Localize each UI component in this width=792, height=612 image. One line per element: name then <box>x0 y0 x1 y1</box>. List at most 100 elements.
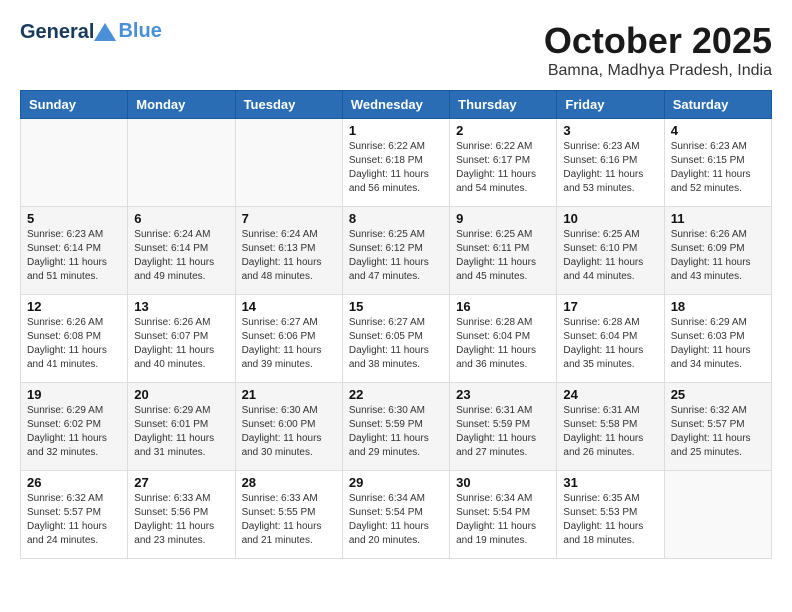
header: General Blue October 2025 Bamna, Madhya … <box>20 20 772 80</box>
calendar-cell: 16 Sunrise: 6:28 AM Sunset: 6:04 PM Dayli… <box>450 295 557 383</box>
calendar-cell: 20Sunrise: 6:29 AM Sunset: 6:01 PM Dayli… <box>128 383 235 471</box>
day-info: Sunrise: 6:28 AM Sunset: 6:04 PM Dayligh… <box>563 316 657 372</box>
day-info: Sunrise: 6:35 AM Sunset: 5:53 PM Dayligh… <box>563 492 657 548</box>
logo-blue: Blue <box>118 20 161 43</box>
weekday-header: Friday <box>557 91 664 119</box>
logo-general: General <box>20 21 94 43</box>
day-number: 21 <box>242 387 336 402</box>
calendar-week-row: 19 Sunrise: 6:29 AM Sunset: 6:02 PM Dayli… <box>21 383 772 471</box>
calendar-cell: 17 Sunrise: 6:28 AM Sunset: 6:04 PM Dayli… <box>557 295 664 383</box>
day-number: 1 <box>349 123 443 138</box>
day-number: 17 <box>563 299 657 314</box>
day-number: 9 <box>456 211 550 226</box>
calendar-header-row: SundayMondayTuesdayWednesdayThursdayFrid… <box>21 91 772 119</box>
calendar-cell <box>21 119 128 207</box>
day-info: Sunrise: 6:24 AM Sunset: 6:13 PM Dayligh… <box>242 228 336 284</box>
calendar-cell: 9 Sunrise: 6:25 AM Sunset: 6:11 PM Daylig… <box>450 207 557 295</box>
calendar-cell: 29 Sunrise: 6:34 AM Sunset: 5:54 PM Dayli… <box>342 471 449 559</box>
day-info: Sunrise: 6:22 AM Sunset: 6:18 PM Dayligh… <box>349 140 443 196</box>
day-info: Sunrise: 6:32 AM Sunset: 5:57 PM Dayligh… <box>27 492 121 548</box>
day-number: 23 <box>456 387 550 402</box>
calendar-week-row: 26 Sunrise: 6:32 AM Sunset: 5:57 PM Dayli… <box>21 471 772 559</box>
calendar-week-row: 1 Sunrise: 6:22 AM Sunset: 6:18 PM Daylig… <box>21 119 772 207</box>
day-info: Sunrise: 6:26 AM Sunset: 6:08 PM Dayligh… <box>27 316 121 372</box>
day-info: Sunrise: 6:27 AM Sunset: 6:06 PM Dayligh… <box>242 316 336 372</box>
logo: General Blue <box>20 20 162 43</box>
weekday-header: Wednesday <box>342 91 449 119</box>
day-number: 26 <box>27 475 121 490</box>
day-number: 4 <box>671 123 765 138</box>
day-info: Sunrise: 6:32 AM Sunset: 5:57 PM Dayligh… <box>671 404 765 460</box>
calendar-cell: 1 Sunrise: 6:22 AM Sunset: 6:18 PM Daylig… <box>342 119 449 207</box>
calendar-cell: 15Sunrise: 6:27 AM Sunset: 6:05 PM Dayli… <box>342 295 449 383</box>
day-info: Sunrise: 6:23 AM Sunset: 6:16 PM Dayligh… <box>563 140 657 196</box>
day-info: Sunrise: 6:24 AM Sunset: 6:14 PM Dayligh… <box>134 228 228 284</box>
day-info: Sunrise: 6:26 AM Sunset: 6:09 PM Dayligh… <box>671 228 765 284</box>
day-number: 10 <box>563 211 657 226</box>
day-number: 3 <box>563 123 657 138</box>
day-info: Sunrise: 6:26 AM Sunset: 6:07 PM Dayligh… <box>134 316 228 372</box>
day-info: Sunrise: 6:31 AM Sunset: 5:59 PM Dayligh… <box>456 404 550 460</box>
day-info: Sunrise: 6:30 AM Sunset: 5:59 PM Dayligh… <box>349 404 443 460</box>
calendar-cell: 5Sunrise: 6:23 AM Sunset: 6:14 PM Daylig… <box>21 207 128 295</box>
calendar-cell: 25 Sunrise: 6:32 AM Sunset: 5:57 PM Dayli… <box>664 383 771 471</box>
day-info: Sunrise: 6:34 AM Sunset: 5:54 PM Dayligh… <box>456 492 550 548</box>
day-info: Sunrise: 6:33 AM Sunset: 5:55 PM Dayligh… <box>242 492 336 548</box>
day-number: 29 <box>349 475 443 490</box>
weekday-header: Saturday <box>664 91 771 119</box>
day-info: Sunrise: 6:25 AM Sunset: 6:11 PM Dayligh… <box>456 228 550 284</box>
calendar-cell: 30 Sunrise: 6:34 AM Sunset: 5:54 PM Dayli… <box>450 471 557 559</box>
day-info: Sunrise: 6:28 AM Sunset: 6:04 PM Dayligh… <box>456 316 550 372</box>
day-info: Sunrise: 6:23 AM Sunset: 6:15 PM Dayligh… <box>671 140 765 196</box>
day-number: 19 <box>27 387 121 402</box>
calendar-cell: 3 Sunrise: 6:23 AM Sunset: 6:16 PM Daylig… <box>557 119 664 207</box>
calendar-cell: 2Sunrise: 6:22 AM Sunset: 6:17 PM Daylig… <box>450 119 557 207</box>
day-number: 22 <box>349 387 443 402</box>
day-info: Sunrise: 6:27 AM Sunset: 6:05 PM Dayligh… <box>349 316 443 372</box>
calendar-cell: 21Sunrise: 6:30 AM Sunset: 6:00 PM Dayli… <box>235 383 342 471</box>
day-number: 30 <box>456 475 550 490</box>
calendar-cell: 13 Sunrise: 6:26 AM Sunset: 6:07 PM Dayli… <box>128 295 235 383</box>
day-info: Sunrise: 6:29 AM Sunset: 6:01 PM Dayligh… <box>134 404 228 460</box>
weekday-header: Tuesday <box>235 91 342 119</box>
day-number: 11 <box>671 211 765 226</box>
day-info: Sunrise: 6:25 AM Sunset: 6:10 PM Dayligh… <box>563 228 657 284</box>
day-number: 14 <box>242 299 336 314</box>
day-number: 25 <box>671 387 765 402</box>
day-number: 31 <box>563 475 657 490</box>
day-number: 27 <box>134 475 228 490</box>
weekday-header: Sunday <box>21 91 128 119</box>
day-number: 13 <box>134 299 228 314</box>
calendar-cell: 23 Sunrise: 6:31 AM Sunset: 5:59 PM Dayli… <box>450 383 557 471</box>
calendar: SundayMondayTuesdayWednesdayThursdayFrid… <box>20 90 772 559</box>
day-number: 24 <box>563 387 657 402</box>
title-section: October 2025 Bamna, Madhya Pradesh, Indi… <box>544 20 772 80</box>
calendar-cell: 24 Sunrise: 6:31 AM Sunset: 5:58 PM Dayli… <box>557 383 664 471</box>
day-info: Sunrise: 6:34 AM Sunset: 5:54 PM Dayligh… <box>349 492 443 548</box>
day-number: 16 <box>456 299 550 314</box>
calendar-week-row: 5Sunrise: 6:23 AM Sunset: 6:14 PM Daylig… <box>21 207 772 295</box>
calendar-cell <box>235 119 342 207</box>
day-info: Sunrise: 6:29 AM Sunset: 6:02 PM Dayligh… <box>27 404 121 460</box>
calendar-week-row: 12 Sunrise: 6:26 AM Sunset: 6:08 PM Dayli… <box>21 295 772 383</box>
month-title: October 2025 <box>544 20 772 62</box>
calendar-cell: 6 Sunrise: 6:24 AM Sunset: 6:14 PM Daylig… <box>128 207 235 295</box>
day-info: Sunrise: 6:22 AM Sunset: 6:17 PM Dayligh… <box>456 140 550 196</box>
calendar-cell <box>664 471 771 559</box>
day-number: 28 <box>242 475 336 490</box>
calendar-cell: 10 Sunrise: 6:25 AM Sunset: 6:10 PM Dayli… <box>557 207 664 295</box>
day-number: 12 <box>27 299 121 314</box>
day-number: 18 <box>671 299 765 314</box>
day-info: Sunrise: 6:31 AM Sunset: 5:58 PM Dayligh… <box>563 404 657 460</box>
day-info: Sunrise: 6:29 AM Sunset: 6:03 PM Dayligh… <box>671 316 765 372</box>
day-number: 7 <box>242 211 336 226</box>
calendar-cell: 28 Sunrise: 6:33 AM Sunset: 5:55 PM Dayli… <box>235 471 342 559</box>
calendar-cell: 4 Sunrise: 6:23 AM Sunset: 6:15 PM Daylig… <box>664 119 771 207</box>
calendar-cell <box>128 119 235 207</box>
calendar-cell: 22 Sunrise: 6:30 AM Sunset: 5:59 PM Dayli… <box>342 383 449 471</box>
calendar-cell: 7 Sunrise: 6:24 AM Sunset: 6:13 PM Daylig… <box>235 207 342 295</box>
calendar-cell: 8Sunrise: 6:25 AM Sunset: 6:12 PM Daylig… <box>342 207 449 295</box>
day-number: 5 <box>27 211 121 226</box>
day-number: 6 <box>134 211 228 226</box>
calendar-cell: 11 Sunrise: 6:26 AM Sunset: 6:09 PM Dayli… <box>664 207 771 295</box>
